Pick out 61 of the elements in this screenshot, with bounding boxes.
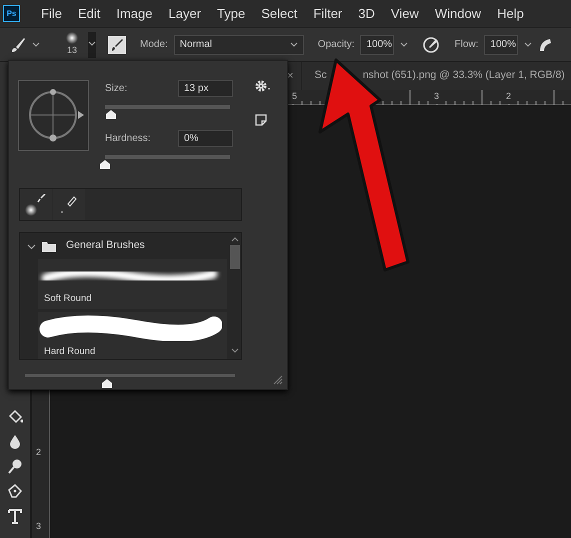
pen-icon[interactable] xyxy=(7,483,23,500)
size-field[interactable]: 13 px xyxy=(178,80,233,97)
dodge-icon[interactable] xyxy=(7,458,23,475)
brush-stroke-preview[interactable] xyxy=(38,315,222,342)
menu-item[interactable]: File xyxy=(33,4,70,24)
caret-icon xyxy=(290,40,298,48)
caret-icon[interactable] xyxy=(524,40,532,48)
new-preset-icon[interactable] xyxy=(255,114,267,126)
menu-item[interactable]: 3D xyxy=(350,4,383,24)
brush-angle-preview[interactable] xyxy=(18,80,89,151)
brush-icon[interactable] xyxy=(10,36,26,52)
caret-icon[interactable] xyxy=(400,40,408,48)
menu-item[interactable]: Help xyxy=(489,4,532,24)
opacity-field[interactable]: 100% xyxy=(360,34,394,54)
folder-icon xyxy=(42,240,56,252)
opacity-label: Opacity: xyxy=(318,38,354,52)
hardness-label: Hardness: xyxy=(105,132,151,146)
brush-panel-icon[interactable] xyxy=(108,36,126,54)
slider-thumb[interactable] xyxy=(102,379,112,388)
ruler-label: 5 xyxy=(292,90,298,104)
menu-item[interactable]: Edit xyxy=(70,4,108,24)
menu-item[interactable]: Image xyxy=(108,4,160,24)
chevron-down-icon[interactable] xyxy=(27,242,36,250)
mode-label: Mode: xyxy=(140,38,168,52)
tab-title[interactable]: nshot (651).png @ 33.3% (Layer 1, RGB/8) xyxy=(362,68,565,84)
caret-icon[interactable] xyxy=(88,32,96,58)
flow-label: Flow: xyxy=(454,38,478,52)
folder-name[interactable]: General Brushes xyxy=(66,238,145,254)
flow-field[interactable]: 100% xyxy=(484,34,518,54)
brush-size-label: 13 xyxy=(66,44,77,57)
recent-brush[interactable] xyxy=(20,189,52,220)
soft-brush-icon xyxy=(25,194,47,216)
ruler-label: 3 xyxy=(434,90,440,104)
close-button[interactable]: × xyxy=(287,68,294,84)
paint-bucket-icon[interactable] xyxy=(7,408,23,425)
recent-brush[interactable] xyxy=(53,189,85,220)
caret-icon[interactable] xyxy=(32,40,40,48)
hardness-field[interactable]: 0% xyxy=(178,130,233,147)
ruler-label: 3 xyxy=(35,520,42,532)
menu-item[interactable]: View xyxy=(382,4,427,24)
menu-item[interactable]: Type xyxy=(209,4,254,24)
type-icon[interactable] xyxy=(7,508,23,525)
menu-item[interactable]: Filter xyxy=(305,4,350,24)
gear-icon[interactable] xyxy=(255,80,273,92)
drop-icon[interactable] xyxy=(7,433,23,450)
menu-item[interactable]: Select xyxy=(253,4,306,24)
ruler-label: 2 xyxy=(35,446,42,459)
app-logo[interactable]: Ps xyxy=(3,5,20,22)
slider-thumb[interactable] xyxy=(100,160,110,169)
tab-title[interactable]: Sc xyxy=(314,68,327,84)
resize-grip-icon[interactable] xyxy=(273,375,283,385)
ruler-label: 2 xyxy=(506,90,512,104)
pressure-pen-icon[interactable] xyxy=(422,36,440,54)
brush-tip-icon[interactable] xyxy=(66,32,78,44)
mode-dropdown[interactable]: Normal xyxy=(174,34,304,54)
menu-item[interactable]: Window xyxy=(426,4,490,24)
size-label: Size: xyxy=(105,82,128,96)
pencil-icon xyxy=(61,196,77,213)
brush-name[interactable]: Hard Round xyxy=(38,341,96,359)
brush-name[interactable]: Soft Round xyxy=(38,288,92,306)
menu-item[interactable]: Layer xyxy=(160,4,210,24)
